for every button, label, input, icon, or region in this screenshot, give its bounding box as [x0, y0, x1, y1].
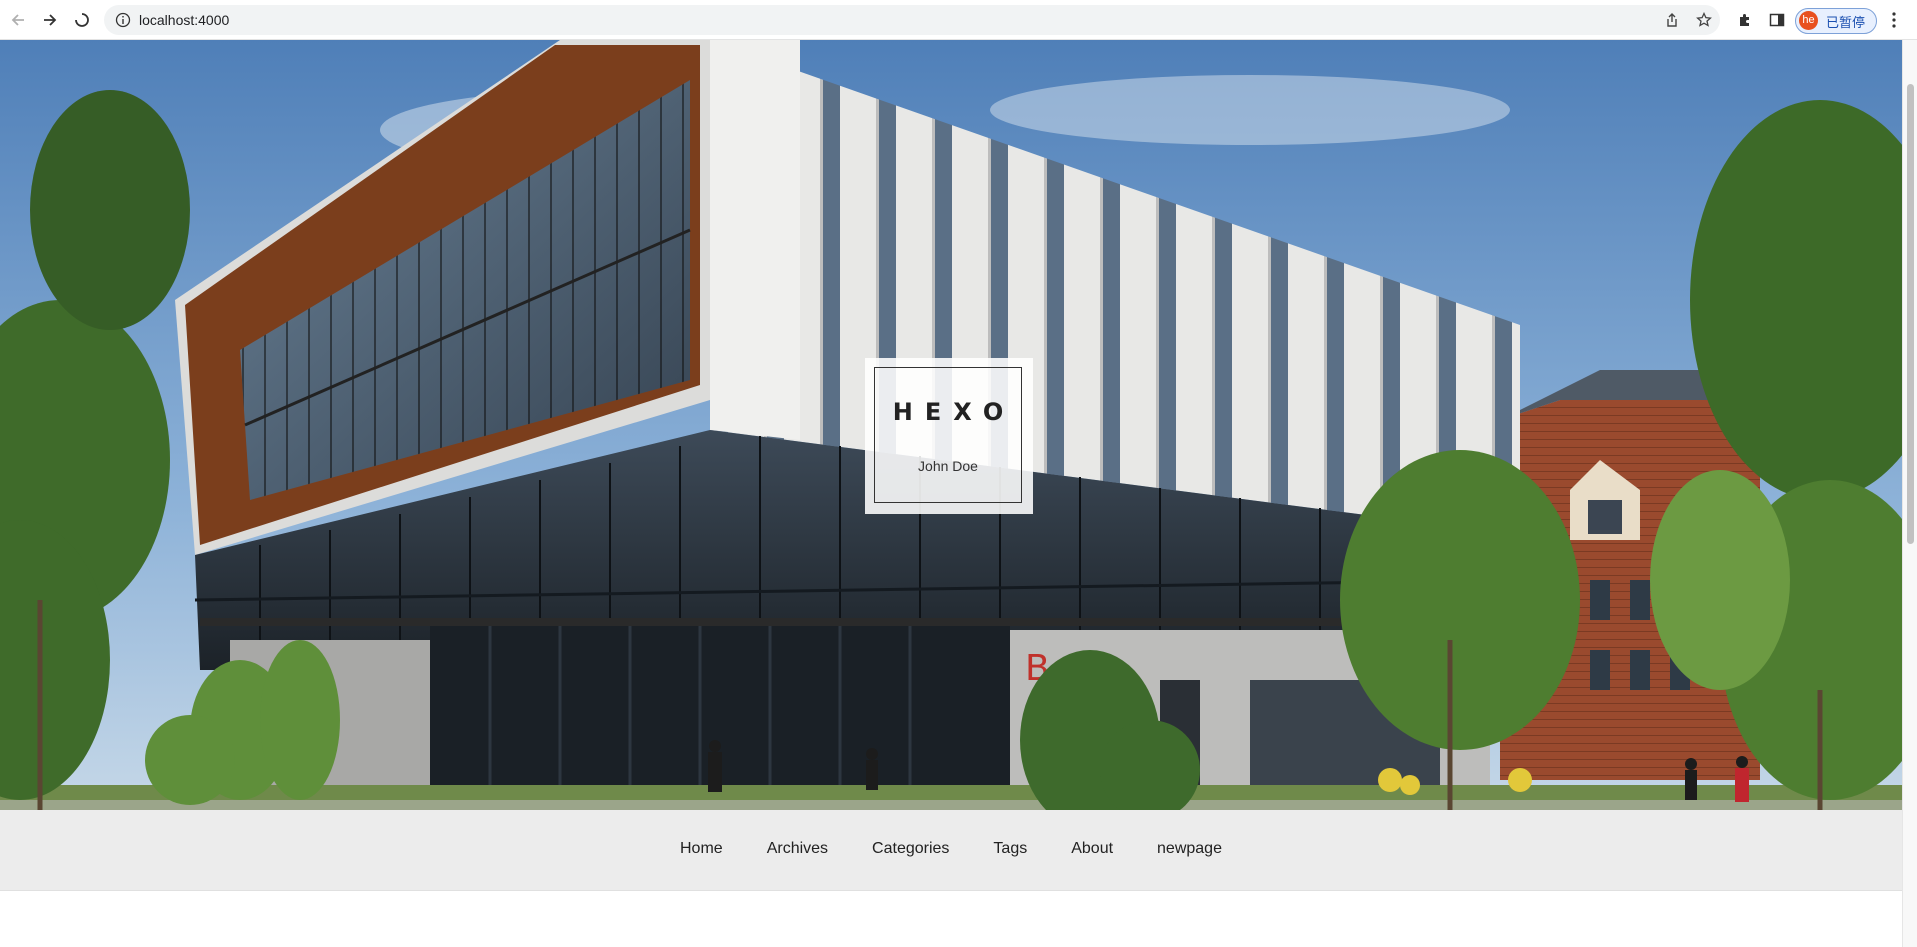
- scrollbar-thumb[interactable]: [1907, 84, 1914, 544]
- page-scrollbar[interactable]: [1902, 40, 1917, 947]
- site-logo-frame: HEXO John Doe: [874, 367, 1022, 503]
- nav-item-tags[interactable]: Tags: [993, 840, 1027, 858]
- loading-spinner-icon[interactable]: [70, 8, 94, 32]
- nav-item-categories[interactable]: Categories: [872, 840, 949, 858]
- nav-item-about[interactable]: About: [1071, 840, 1113, 858]
- profile-status-label: 已暂停: [1826, 15, 1866, 30]
- back-icon[interactable]: [6, 8, 30, 32]
- profile-button[interactable]: he 已暂停: [1795, 8, 1877, 34]
- nav-item-archives[interactable]: Archives: [767, 840, 828, 858]
- hero-banner: Bes: [0, 40, 1902, 810]
- site-logo-box[interactable]: HEXO John Doe: [865, 358, 1033, 514]
- avatar: he: [1799, 11, 1818, 30]
- nav-item-newpage[interactable]: newpage: [1157, 840, 1222, 858]
- bookmark-star-icon[interactable]: [1696, 11, 1712, 28]
- browser-toolbar: localhost:4000 he 已暂停: [0, 0, 1917, 40]
- site-info-icon[interactable]: [115, 12, 131, 28]
- site-author: John Doe: [918, 458, 978, 474]
- forward-icon[interactable]: [38, 8, 62, 32]
- address-bar[interactable]: localhost:4000: [104, 5, 1720, 35]
- extensions-puzzle-icon[interactable]: [1737, 12, 1753, 28]
- site-title[interactable]: HEXO: [875, 398, 1021, 426]
- url-text: localhost:4000: [139, 12, 230, 28]
- main-navigation: Home Archives Categories Tags About newp…: [0, 810, 1902, 891]
- side-panel-icon[interactable]: [1769, 12, 1785, 28]
- browser-menu-icon[interactable]: [1890, 10, 1898, 30]
- nav-item-home[interactable]: Home: [680, 840, 723, 858]
- share-icon[interactable]: [1664, 12, 1680, 28]
